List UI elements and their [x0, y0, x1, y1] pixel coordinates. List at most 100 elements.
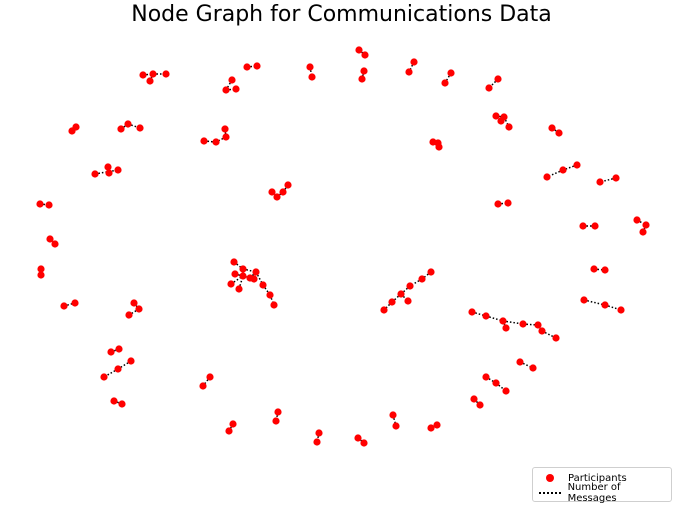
participant-node [494, 75, 502, 83]
participant-node [405, 68, 413, 76]
participant-node [230, 258, 238, 266]
participant-node [388, 298, 396, 306]
participant-node [212, 138, 220, 146]
participant-node [118, 400, 126, 408]
participant-node [228, 76, 236, 84]
participant-node [534, 321, 542, 329]
participant-node [221, 125, 229, 133]
participant-node [361, 51, 369, 59]
participant-node [135, 305, 143, 313]
participant-node [573, 161, 581, 169]
participant-node [279, 188, 287, 196]
participant-node [125, 311, 133, 319]
participant-node [360, 67, 368, 75]
participant-node [162, 70, 170, 78]
participant-node [380, 306, 388, 314]
participant-node [601, 301, 609, 309]
participant-node [45, 201, 53, 209]
participant-node [497, 117, 505, 125]
participant-node [617, 306, 625, 314]
participant-node [404, 297, 412, 305]
participant-node [266, 291, 274, 299]
participant-node [130, 299, 138, 307]
participant-node [115, 345, 123, 353]
participant-node [519, 320, 527, 328]
participant-node [580, 296, 588, 304]
participant-node [136, 124, 144, 132]
participant-node [127, 357, 135, 365]
participant-node [433, 421, 441, 429]
participant-node [543, 173, 551, 181]
participant-node [199, 382, 207, 390]
participant-node [270, 301, 278, 309]
participant-node [110, 397, 118, 405]
participant-node [590, 265, 598, 273]
participant-node [492, 379, 500, 387]
participant-node [516, 358, 524, 366]
participant-node [548, 124, 556, 132]
participant-node [633, 216, 641, 224]
participant-node [72, 123, 80, 131]
participant-node [222, 133, 230, 141]
participant-node [360, 439, 368, 447]
participant-node [313, 438, 321, 446]
participant-node [358, 75, 366, 83]
participant-node [392, 422, 400, 430]
participant-node [555, 129, 563, 137]
participant-node [146, 77, 154, 85]
participant-node [124, 120, 132, 128]
participant-node [591, 222, 599, 230]
participant-node [105, 169, 113, 177]
participant-node [504, 199, 512, 207]
participant-node [389, 411, 397, 419]
participant-node [272, 417, 280, 425]
participant-node [397, 290, 405, 298]
participant-node [355, 46, 363, 54]
participant-node [232, 85, 240, 93]
participant-node [639, 228, 647, 236]
participant-node [315, 429, 323, 437]
participant-node [612, 174, 620, 182]
participant-node [410, 58, 418, 66]
participant-node [239, 272, 247, 280]
participant-node [231, 270, 239, 278]
participant-node [253, 62, 261, 70]
participant-node [114, 166, 122, 174]
participant-node [427, 268, 435, 276]
participant-node [100, 373, 108, 381]
participant-node [502, 324, 510, 332]
participant-node [642, 221, 650, 229]
participant-node [139, 71, 147, 79]
participant-node [273, 193, 281, 201]
participant-node [494, 200, 502, 208]
participant-node [243, 63, 251, 71]
participant-node [418, 275, 426, 283]
participant-node [149, 70, 157, 78]
participant-node [222, 86, 230, 94]
participant-node [239, 265, 247, 273]
participant-marker-icon [537, 472, 563, 484]
participant-node [274, 408, 282, 416]
participant-node [499, 317, 507, 325]
participant-node [538, 327, 546, 335]
participant-node [476, 401, 484, 409]
legend-label-messages: Number of Messages [567, 482, 621, 504]
participant-node [114, 365, 122, 373]
participant-node [37, 271, 45, 279]
legend-item-messages: Number of Messages [537, 482, 671, 504]
participant-node [447, 69, 455, 77]
participant-node [306, 63, 314, 71]
participant-node [51, 240, 59, 248]
participant-node [502, 387, 510, 395]
participant-node [71, 299, 79, 307]
participant-node [250, 275, 258, 283]
participant-node [434, 139, 442, 147]
participant-node [91, 170, 99, 178]
participant-node [206, 373, 214, 381]
participant-node [200, 137, 208, 145]
participant-node [468, 308, 476, 316]
participant-node [284, 181, 292, 189]
chart-title: Node Graph for Communications Data [131, 2, 552, 27]
participant-node [552, 334, 560, 342]
participant-node [470, 395, 478, 403]
